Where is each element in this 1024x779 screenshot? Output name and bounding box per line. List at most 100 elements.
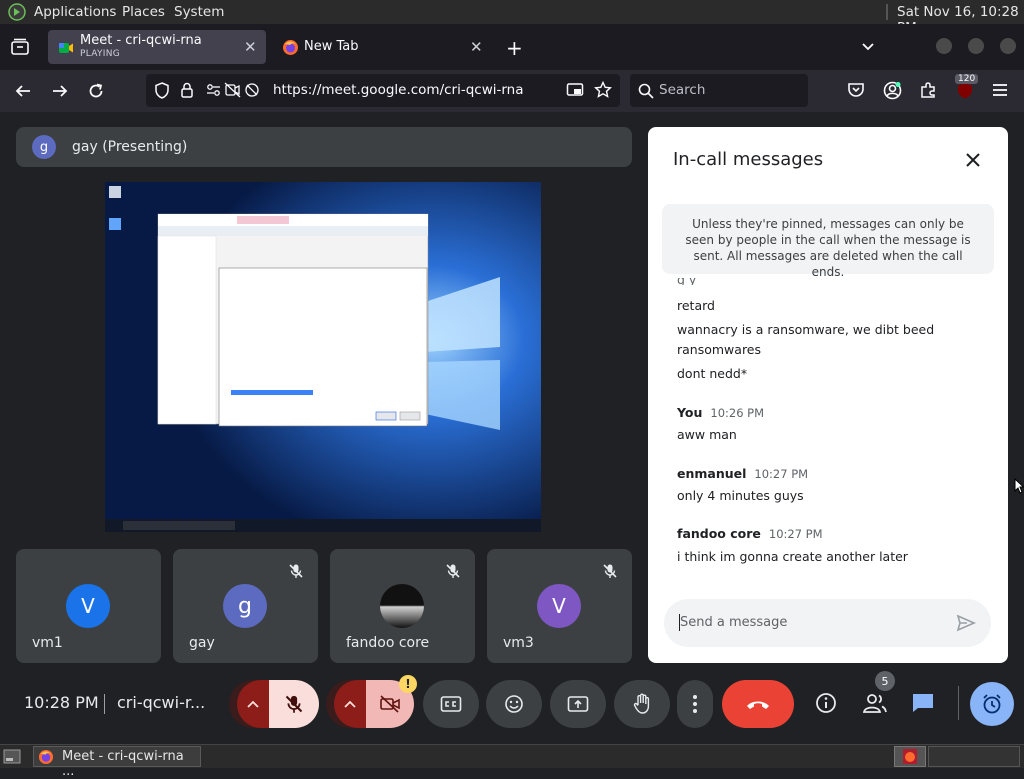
participant-tile-gay[interactable]: g gay [173,549,318,663]
extensions-puzzle-icon[interactable] [919,81,937,99]
meet-stage: g gay (Presenting) V vm1 g gay fandoo co… [0,112,1024,744]
raise-hand-button[interactable] [614,680,670,728]
participant-avatar [380,584,424,628]
chat-message-text: aww man [677,427,737,442]
emoji-icon [505,695,523,713]
shared-screen [105,182,541,532]
window-maximize-button[interactable] [968,38,984,54]
chat-message-time: 10:26 PM [710,406,765,420]
chat-message-time: 10:27 PM [768,527,823,541]
bookmark-star-icon[interactable] [594,81,612,99]
tab-meet[interactable]: Meet - cri-qcwi-rna PLAYING ✕ [48,30,266,64]
audio-options-chevron-icon[interactable] [237,680,269,728]
list-all-tabs-chevron-icon[interactable] [860,38,876,54]
system-menu[interactable]: System [174,4,224,20]
gnome-logo-icon[interactable] [8,3,26,21]
chat-panel-title: In-call messages [673,149,824,170]
taskbar-window-button[interactable]: Meet - cri-qcwi-rna ... [33,746,201,779]
mic-control-group [229,680,319,728]
close-panel-icon[interactable] [964,151,982,169]
participant-tile-vm3[interactable]: V vm3 [487,549,632,663]
lock-icon[interactable] [180,82,194,98]
applications-menu[interactable]: Applications [34,4,116,20]
present-screen-button[interactable] [550,680,606,728]
presenter-avatar: g [32,135,56,159]
chat-message-author: fandoo core 10:27 PM [677,526,823,541]
participant-tile-vm1[interactable]: V vm1 [16,549,161,663]
tab-title: New Tab [304,39,359,54]
controls-divider [104,694,105,714]
meeting-details-icon[interactable] [815,692,837,714]
send-icon[interactable] [956,613,976,633]
presenter-label: gay (Presenting) [72,139,188,155]
participant-tile-fandoo-core[interactable]: fandoo core [330,549,475,663]
account-icon[interactable] [883,81,902,100]
screen-sharing-indicator-icon[interactable] [566,82,584,98]
meet-favicon-icon [58,40,74,56]
back-arrow-icon[interactable] [14,82,32,100]
participant-name: vm3 [503,635,534,651]
hamburger-menu-icon[interactable] [991,82,1009,98]
chat-message-author: You 10:26 PM [677,405,765,420]
activities-button[interactable] [970,682,1014,726]
meeting-code[interactable]: cri-qcwi-r... [117,693,205,712]
chat-message-time: 10:27 PM [754,467,809,481]
browser-nav-bar: https://meet.google.com/cri-qcwi-rna Sea… [0,70,1024,112]
places-menu[interactable]: Places [122,4,165,20]
people-icon[interactable] [862,692,888,714]
firefox-view-icon[interactable] [10,38,30,56]
leave-call-button[interactable] [722,680,794,728]
mouse-cursor-icon [1014,478,1024,494]
new-tab-plus-icon[interactable]: + [506,36,523,60]
controls-divider [958,686,959,720]
tracking-protection-shield-icon[interactable] [154,82,170,99]
tab-new-tab[interactable]: New Tab ✕ [272,30,490,64]
presenter-bar: g gay (Presenting) [16,127,632,167]
firefox-icon [38,749,54,765]
video-options-chevron-icon[interactable] [334,680,366,728]
send-message-placeholder: Send a message [680,615,788,630]
camera-off-icon [380,695,400,713]
firefox-favicon-icon [282,39,299,56]
more-options-button[interactable] [677,680,713,728]
window-minimize-button[interactable] [936,38,952,54]
present-screen-icon [567,696,589,712]
close-tab-icon[interactable]: ✕ [244,38,257,56]
workspace-thumbnail-icon [903,749,917,764]
close-tab-icon[interactable]: ✕ [470,38,483,56]
url-text[interactable]: https://meet.google.com/cri-qcwi-rna [273,82,524,98]
participant-name: vm1 [32,635,63,651]
camera-warning-badge: ! [399,675,417,693]
workspace-empty[interactable] [928,746,1020,767]
taskbar-window-title: Meet - cri-qcwi-rna ... [62,749,184,779]
captions-button[interactable] [423,680,479,728]
participant-name: gay [189,635,215,651]
panel-separator [886,4,888,20]
mic-toggle-button[interactable] [269,680,319,728]
pocket-icon[interactable] [847,81,865,99]
participant-name: fandoo core [346,635,430,651]
show-desktop-icon[interactable] [3,749,21,764]
send-message-input[interactable]: Send a message [664,599,991,647]
participant-avatar: g [223,584,267,628]
mic-off-icon [602,563,618,579]
emoji-reactions-button[interactable] [486,680,542,728]
reload-icon[interactable] [87,82,105,100]
search-bar[interactable]: Search [630,74,808,107]
mic-off-icon [285,695,303,713]
chat-message-text: i think im gonna create another later [677,549,908,564]
raise-hand-icon [633,693,650,714]
mic-off-icon [445,563,461,579]
chat-message-text: retard [677,298,715,313]
chat-bubble-icon[interactable] [911,692,935,714]
chat-message-text: ransomwares [677,342,762,357]
workspace-switcher[interactable] [894,746,926,767]
permissions-icon[interactable] [206,82,262,98]
chat-message-text: dont nedd* [677,366,748,381]
window-close-button[interactable] [1000,38,1016,54]
meeting-clock: 10:28 PM [24,693,99,712]
chat-message-text: wannacry is a ransomware, we dibt beed [677,322,935,337]
forward-arrow-icon[interactable] [51,82,69,100]
url-bar[interactable]: https://meet.google.com/cri-qcwi-rna [146,74,620,107]
search-placeholder: Search [659,82,706,98]
